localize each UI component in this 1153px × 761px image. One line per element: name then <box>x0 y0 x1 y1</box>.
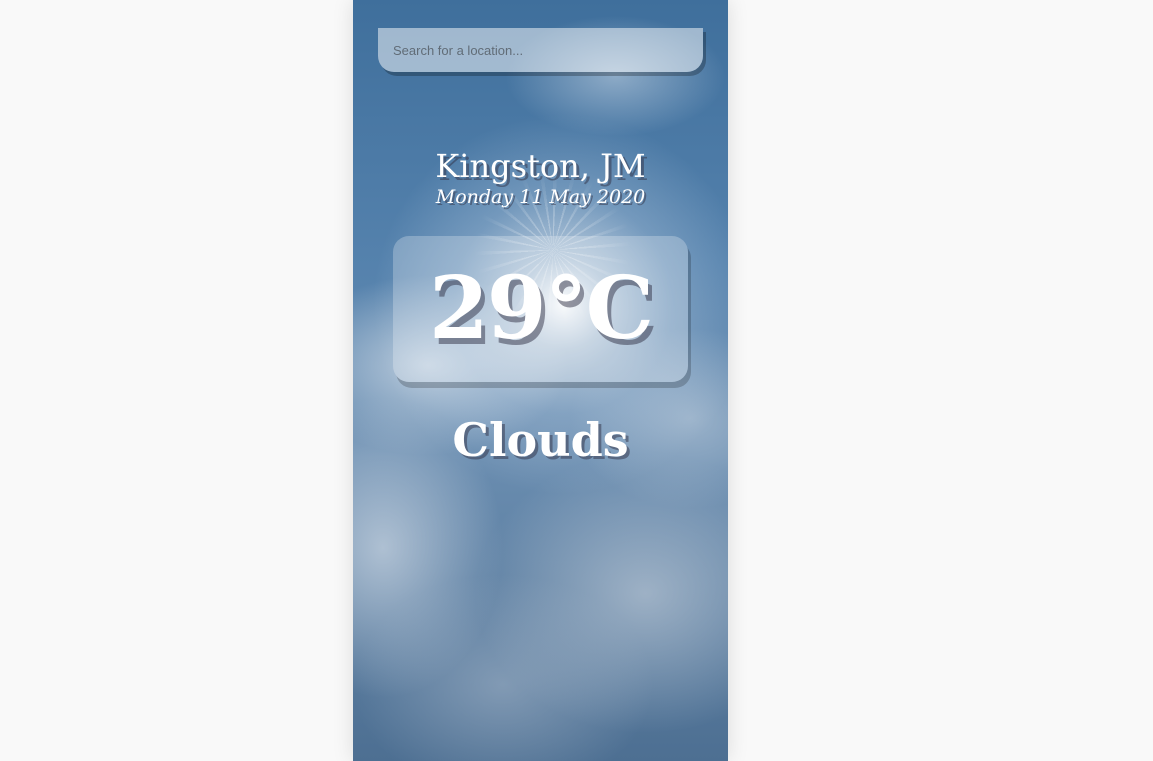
search-input[interactable] <box>378 28 703 72</box>
temperature-value: 29°C <box>428 258 654 359</box>
location-name: Kingston, JM <box>435 147 646 185</box>
location-box: Kingston, JM Monday 11 May 2020 <box>353 146 728 208</box>
weather-app: Kingston, JM Monday 11 May 2020 29°C Clo… <box>353 0 728 761</box>
current-date: Monday 11 May 2020 <box>435 186 646 208</box>
temperature-box: 29°C <box>393 236 688 382</box>
weather-condition: Clouds <box>452 413 629 467</box>
search-box <box>378 28 703 72</box>
